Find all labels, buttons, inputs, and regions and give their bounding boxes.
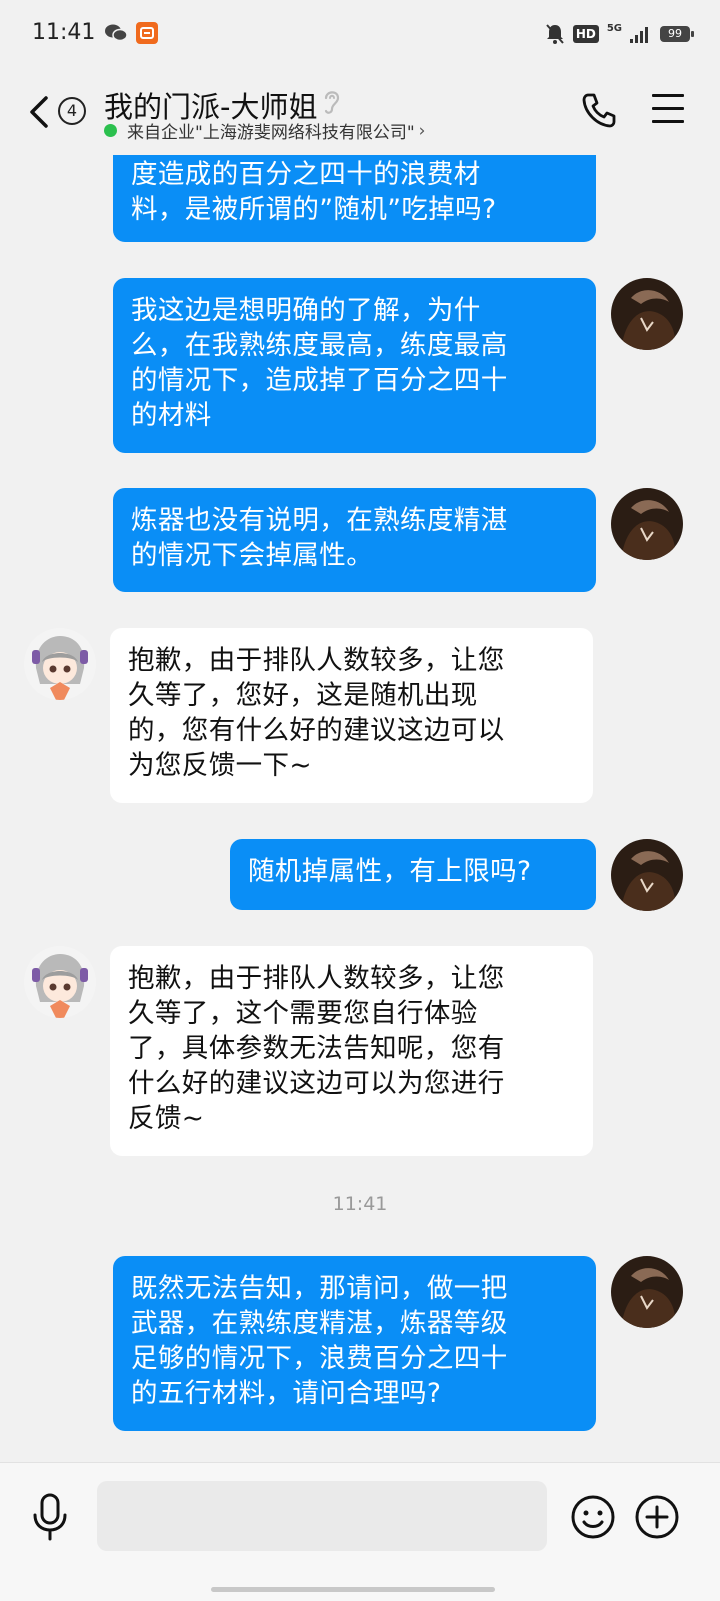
message-timestamp: 11:41 [332,1193,388,1215]
ear-icon [324,91,340,114]
message-bubble-outgoing: 既然无法告知，那请问，做一把 武器，在熟练度精湛，炼器等级 足够的情况下，浪费百… [113,1256,596,1431]
message-bubble-incoming: 抱歉，由于排队人数较多，让您 久等了，您好，这是随机出现 的，您有什么好的建议这… [110,628,593,803]
message-bubble-outgoing: 随机掉属性，有上限吗? [230,839,596,910]
agent-avatar[interactable] [24,946,96,1018]
unread-count-badge[interactable]: 4 [58,97,86,125]
user-avatar[interactable] [611,1256,683,1328]
emoji-icon[interactable] [570,1494,616,1540]
message-bubble-outgoing: 度造成的百分之四十的浪费材 料，是被所谓的”随机”吃掉吗? [113,140,596,242]
wechat-icon [105,24,128,42]
status-bar: 11:41 HD 5G 99 [0,0,720,70]
user-avatar[interactable] [611,839,683,911]
phone-icon[interactable] [580,90,616,130]
microphone-icon[interactable] [30,1493,70,1541]
plus-icon[interactable] [634,1494,680,1540]
user-avatar[interactable] [611,488,683,560]
chevron-right-icon: › [418,120,426,141]
status-time: 11:41 [32,20,96,45]
user-avatar[interactable] [611,278,683,350]
enterprise-label: 来自企业"上海游斐网络科技有限公司" [127,123,415,143]
message-input[interactable] [97,1481,547,1551]
home-indicator[interactable] [211,1587,495,1592]
menu-icon[interactable] [652,94,684,126]
back-icon[interactable] [26,94,54,130]
chat-header: 4 我的门派-大师姐 来自企业"上海游斐网络科技有限公司" › [0,70,720,155]
enterprise-subtitle[interactable]: 来自企业"上海游斐网络科技有限公司" › [104,118,425,143]
hd-icon: HD [572,25,599,43]
agent-avatar[interactable] [24,628,96,700]
online-status-dot [104,124,117,137]
message-bubble-incoming: 抱歉，由于排队人数较多，让您 久等了，这个需要您自行体验 了，具体参数无法告知呢… [110,946,593,1156]
message-input-bar [0,1462,720,1601]
status-icons: HD 5G 99 [545,22,694,46]
mute-bell-icon [546,24,564,44]
message-bubble-outgoing: 我这边是想明确的了解，为什 么，在我熟练度最高，练度最高 的情况下，造成掉了百分… [113,278,596,453]
app-notification-icon [136,22,158,44]
network-label: 5G [606,22,622,34]
signal-icon [630,27,648,43]
message-bubble-outgoing: 炼器也没有说明，在熟练度精湛 的情况下会掉属性。 [113,488,596,592]
battery-icon: 99 [660,26,694,42]
